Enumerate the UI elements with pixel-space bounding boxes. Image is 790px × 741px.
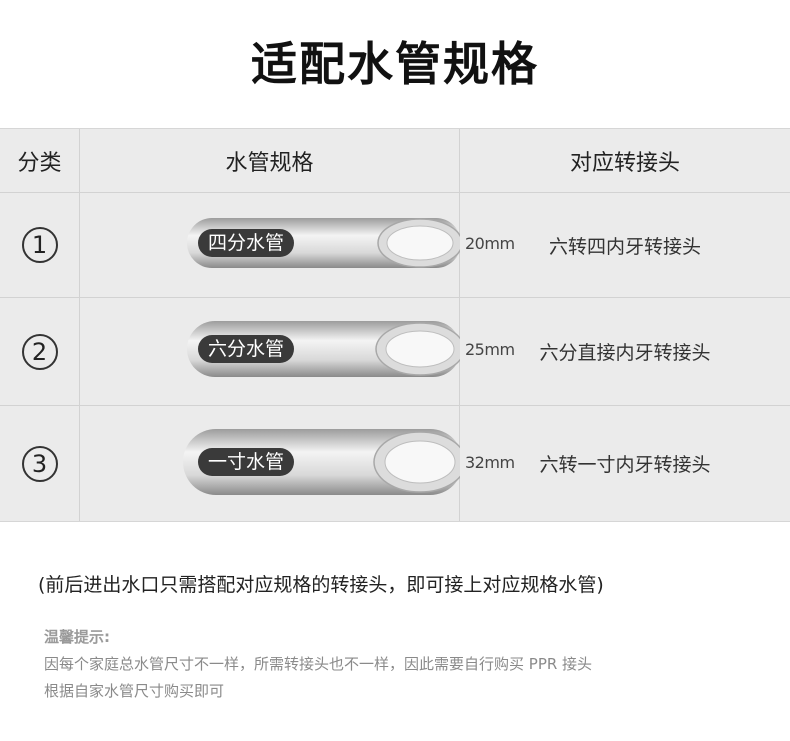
header-category: 分类 (0, 129, 80, 192)
table-row: 1 四分水管 20mm 六转四内牙转接头 (0, 193, 790, 297)
pipe-label: 六分水管 (198, 335, 295, 363)
row-number-badge: 3 (21, 445, 58, 482)
tips-section: 温馨提示: 因每个家庭总水管尺寸不一样，所需转接头也不一样，因此需要自行购买 P… (44, 624, 784, 705)
fitting-label: 六分直接内牙转接头 (539, 342, 711, 364)
pipe-size-label: 32mm (465, 453, 515, 472)
table-header-row: 分类 水管规格 对应转接头 (0, 129, 790, 192)
pipe-size-label: 25mm (465, 340, 515, 359)
pipe-label: 四分水管 (198, 229, 295, 257)
fitting-label: 六转四内牙转接头 (548, 235, 701, 258)
tips-line: 根据自家水管尺寸购买即可 (44, 682, 225, 700)
pipe-spec-cell: 四分水管 20mm (80, 193, 515, 297)
fitting-label: 六转一寸内牙转接头 (539, 454, 711, 476)
table-row: 2 六分水管 25mm 六分直接内牙转接头 (0, 298, 790, 405)
page-title: 适配水管规格 (251, 37, 539, 91)
pipe-label: 一寸水管 (198, 448, 295, 476)
header-pipe-spec: 水管规格 (80, 129, 460, 192)
usage-note: (前后进出水口只需搭配对应规格的转接头，即可接上对应规格水管) (38, 574, 604, 596)
tips-title: 温馨提示: (44, 628, 110, 646)
row-number-badge: 2 (21, 333, 58, 370)
pipe-spec-cell: 六分水管 25mm (80, 298, 515, 405)
header-fitting: 对应转接头 (569, 150, 680, 176)
pipe-spec-cell: 一寸水管 32mm (80, 406, 515, 521)
pipe-size-label: 20mm (465, 234, 515, 253)
pipe-spec-table: 分类 水管规格 对应转接头 1 四分水管 20mm 六转四内牙转接头 2 六分水… (0, 128, 790, 522)
table-row: 3 一寸水管 32mm 六转一寸内牙转接头 (0, 406, 790, 521)
row-number-badge: 1 (21, 227, 58, 263)
tips-line: 因每个家庭总水管尺寸不一样，所需转接头也不一样，因此需要自行购买 PPR 接头 (44, 655, 593, 673)
